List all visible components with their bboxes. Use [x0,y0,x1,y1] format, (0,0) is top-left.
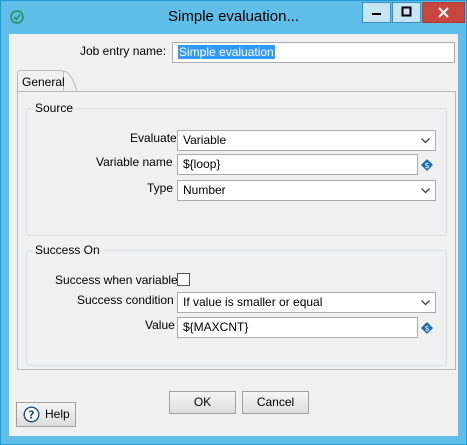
tab-curve-decoration [63,70,78,92]
svg-text:$: $ [424,161,429,170]
cancel-button[interactable]: Cancel [242,391,309,414]
job-entry-name-value: Simple evaluation [178,45,275,59]
variable-insert-icon[interactable]: $ [421,159,433,171]
chevron-down-icon [421,300,430,306]
chevron-down-icon [421,138,430,144]
maximize-icon [401,6,412,17]
chevron-down-icon [421,188,430,194]
svg-text:?: ? [28,409,34,422]
variable-name-label: Variable name [96,155,173,169]
variable-insert-icon[interactable]: $ [421,322,433,334]
success-when-variable-checkbox[interactable] [177,273,190,286]
value-input[interactable]: ${MAXCNT} [177,317,418,338]
ok-button[interactable]: OK [169,391,236,414]
svg-text:$: $ [424,324,429,333]
job-entry-name-label: Job entry name: [80,44,167,58]
tab-general[interactable]: General [17,70,65,92]
value-value: ${MAXCNT} [183,320,249,334]
dialog-window: Simple evaluation... Job entry name: Sim… [0,0,467,445]
help-button[interactable]: ? Help [16,402,76,427]
type-value: Number [183,183,226,197]
dialog-client-area: Job entry name: Simple evaluation Genera… [9,34,458,436]
evaluate-label: Evaluate [130,131,177,145]
close-button[interactable] [422,2,465,23]
source-group-title: Source [32,101,77,115]
success-on-group-title: Success On [32,243,103,257]
title-bar[interactable]: Simple evaluation... [1,1,466,34]
success-when-variable-label: Success when variable [55,273,178,287]
minimize-button[interactable] [362,2,391,23]
job-entry-name-input[interactable]: Simple evaluation [172,42,455,63]
variable-name-value: ${loop} [183,157,221,171]
help-icon: ? [23,406,40,423]
evaluate-value: Variable [183,133,227,147]
evaluate-select[interactable]: Variable [177,130,436,151]
type-select[interactable]: Number [177,180,436,201]
success-condition-value: If value is smaller or equal [183,295,323,309]
close-icon [438,7,449,18]
minimize-icon [372,13,381,15]
success-condition-label: Success condition [77,293,174,307]
variable-name-input[interactable]: ${loop} [177,154,418,175]
success-condition-select[interactable]: If value is smaller or equal [177,292,436,313]
type-label: Type [147,181,174,195]
tab-general-label: General [22,75,65,89]
maximize-button[interactable] [392,2,421,23]
help-label: Help [45,407,70,421]
value-label: Value [145,318,175,332]
